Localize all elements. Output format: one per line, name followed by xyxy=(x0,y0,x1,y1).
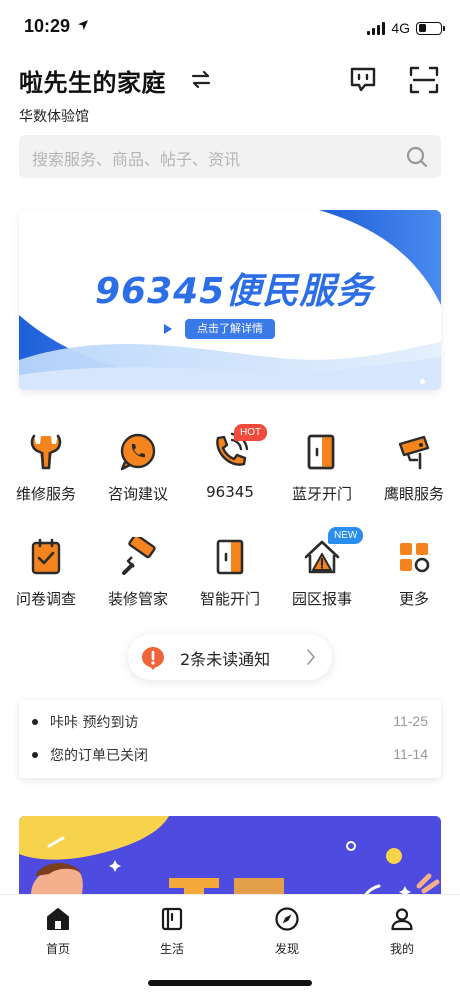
service-label: 园区报事 xyxy=(291,590,352,608)
bluetooth-door-icon xyxy=(307,434,335,470)
bullet xyxy=(32,752,38,758)
banner-detail-button[interactable]: 点击了解详情 xyxy=(185,319,275,339)
tab-label: 生活 xyxy=(159,942,184,956)
service-label: 更多 xyxy=(398,590,429,608)
carousel-dot xyxy=(420,379,425,384)
unread-notice-text: 2条未读通知 xyxy=(180,650,271,669)
service-survey[interactable]: 问卷调查 xyxy=(0,537,92,609)
home-name[interactable]: 啦先生的家庭 xyxy=(19,63,166,98)
battery-icon xyxy=(416,21,445,35)
service-label: 智能开门 xyxy=(199,590,260,608)
chevron-right-icon xyxy=(307,649,315,665)
smart-door-icon xyxy=(216,539,244,575)
service-report[interactable]: NEW 园区报事 xyxy=(276,527,368,609)
status-time: 10:29 xyxy=(24,16,71,36)
tab-label: 首页 xyxy=(45,942,70,956)
switch-arrows-icon[interactable] xyxy=(190,70,212,90)
message-icon[interactable] xyxy=(348,65,378,95)
home-indicator xyxy=(148,980,312,986)
tab-label: 我的 xyxy=(389,942,414,956)
service-label: 鹰眼服务 xyxy=(383,485,444,503)
clipboard-check-icon xyxy=(31,538,61,575)
tab-label: 发现 xyxy=(274,942,299,956)
new-badge: NEW xyxy=(328,527,364,544)
service-consult[interactable]: 咨询建议 xyxy=(92,432,184,504)
service-96345[interactable]: HOT 96345 xyxy=(184,424,276,501)
activity-banner-illustration xyxy=(19,816,441,906)
scan-icon[interactable] xyxy=(409,66,439,94)
community-name[interactable]: 华数体验馆 xyxy=(19,106,89,126)
tab-discover[interactable]: 发现 xyxy=(247,905,327,957)
network-label: 4G xyxy=(391,20,410,36)
tab-home[interactable]: 首页 xyxy=(18,905,98,957)
tab-mine[interactable]: 我的 xyxy=(362,905,442,957)
cctv-camera-icon xyxy=(398,435,430,470)
service-label: 装修管家 xyxy=(107,590,168,608)
unread-notice-button[interactable]: 2条未读通知 xyxy=(128,634,332,680)
message-text: 咔咔 预约到访 xyxy=(50,715,139,731)
promo-banner-96345[interactable]: 96345便民服务 点击了解详情 xyxy=(19,210,441,390)
user-icon xyxy=(391,908,413,931)
tab-life[interactable]: 生活 xyxy=(132,905,212,957)
message-date: 11-14 xyxy=(393,746,428,762)
service-label: 维修服务 xyxy=(15,485,76,503)
service-more[interactable]: 更多 xyxy=(368,537,460,609)
hot-badge: HOT xyxy=(234,424,268,441)
service-eagle-eye[interactable]: 鹰眼服务 xyxy=(368,432,460,504)
service-label: 96345 xyxy=(206,483,254,501)
banner-title: 96345便民服务 xyxy=(95,271,374,312)
search-bar[interactable]: 搜索服务、商品、帖子、资讯 xyxy=(19,135,441,178)
life-icon xyxy=(161,907,183,931)
search-placeholder: 搜索服务、商品、帖子、资讯 xyxy=(32,150,241,169)
bullet xyxy=(32,719,38,725)
message-date: 11-25 xyxy=(393,713,428,729)
service-label: 咨询建议 xyxy=(107,485,168,503)
search-icon xyxy=(406,146,428,168)
service-repair[interactable]: 维修服务 xyxy=(0,432,92,504)
paint-roller-icon xyxy=(122,537,156,575)
grid-more-icon xyxy=(400,543,430,573)
compass-icon xyxy=(275,907,299,931)
signal-icon xyxy=(367,21,386,35)
location-arrow-icon xyxy=(78,20,88,30)
service-decoration[interactable]: 装修管家 xyxy=(92,537,184,609)
service-label: 蓝牙开门 xyxy=(291,485,352,503)
list-item[interactable]: 咔咔 预约到访 11-25 xyxy=(19,706,441,738)
status-bar: 10:29 4G xyxy=(0,0,460,56)
activity-banner[interactable] xyxy=(19,816,441,906)
message-list: 咔咔 预约到访 11-25 您的订单已关闭 11-14 xyxy=(19,700,441,778)
message-text: 您的订单已关闭 xyxy=(50,748,148,764)
list-item[interactable]: 您的订单已关闭 11-14 xyxy=(19,739,441,771)
home-icon xyxy=(47,908,69,930)
alert-icon xyxy=(142,647,164,670)
play-icon xyxy=(164,324,172,334)
wrench-icon xyxy=(30,434,62,470)
status-indicators: 4G xyxy=(367,19,445,37)
phone-bubble-icon xyxy=(120,433,156,471)
service-smart-door[interactable]: 智能开门 xyxy=(184,537,276,609)
service-label: 问卷调查 xyxy=(15,590,76,608)
service-bluetooth-door[interactable]: 蓝牙开门 xyxy=(276,432,368,504)
